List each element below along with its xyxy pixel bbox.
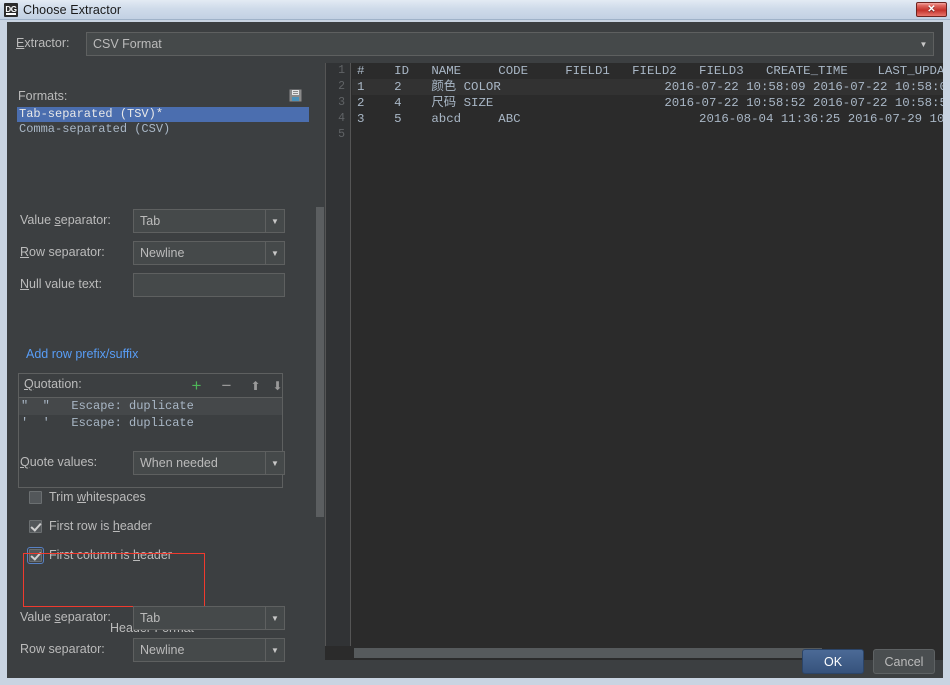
add-row-prefix-suffix-link[interactable]: Add row prefix/suffix — [26, 347, 138, 361]
checkbox-box — [29, 491, 42, 504]
format-item-tsv[interactable]: Tab-separated (TSV)* — [17, 107, 309, 122]
save-disk-icon[interactable] — [289, 89, 302, 102]
line-number: 5 — [325, 127, 350, 143]
preview-pane: 1 2 3 4 5 # ID NAME CODE FIELD1 FIELD2 F… — [325, 63, 943, 646]
row-separator-dropdown[interactable]: Newline ▼ — [133, 241, 285, 265]
trim-whitespaces-checkbox[interactable]: Trim whitespaces — [29, 490, 146, 504]
line-number-gutter: 1 2 3 4 5 — [325, 63, 351, 646]
chevron-down-icon: ▼ — [914, 33, 933, 55]
preview-data-line: 3 5 abcd ABC 2016-08-04 11:36:25 2016-07… — [352, 111, 943, 127]
quotation-header: Quotation: + − ⬆ ⬇ — [19, 374, 282, 397]
quote-values-value: When needed — [134, 456, 265, 470]
extractor-row: Extractor: CSV Format ▼ — [16, 32, 934, 56]
header-row-separator-label: Row separator: — [20, 642, 105, 656]
header-value-separator-dropdown[interactable]: Tab ▼ — [133, 606, 285, 630]
format-item-csv[interactable]: Comma-separated (CSV) — [17, 122, 309, 137]
chevron-down-icon: ▼ — [265, 639, 284, 661]
chevron-down-icon: ▼ — [265, 210, 284, 232]
line-number: 1 — [325, 63, 350, 79]
header-value-separator-value: Tab — [134, 611, 265, 625]
chevron-down-icon: ▼ — [265, 607, 284, 629]
formats-label: Formats: — [18, 89, 67, 103]
null-value-text-label: Null value text: — [20, 277, 102, 291]
formats-list[interactable]: Tab-separated (TSV)* Comma-separated (CS… — [17, 107, 309, 137]
settings-panel: Formats: Tab-separated (TSV)* Comma-sepa… — [7, 63, 325, 678]
preview-data-line: 2 4 尺码 SIZE 2016-07-22 10:58:52 2016-07-… — [352, 95, 943, 111]
cancel-button[interactable]: Cancel — [873, 649, 935, 674]
settings-scrollbar-thumb[interactable] — [316, 207, 324, 517]
header-row-separator-value: Newline — [134, 643, 265, 657]
first-row-is-header-label: First row is header — [49, 519, 152, 533]
header-value-separator-row: Value separator: Tab ▼ — [20, 606, 285, 630]
move-up-arrow-icon[interactable]: ⬆ — [247, 377, 264, 394]
chevron-down-icon: ▼ — [265, 242, 284, 264]
move-down-arrow-icon[interactable]: ⬇ — [269, 377, 286, 394]
null-value-text-input[interactable] — [133, 273, 285, 297]
preview-code-area[interactable]: # ID NAME CODE FIELD1 FIELD2 FIELD3 CREA… — [352, 63, 943, 646]
preview-data-line: 1 2 颜色 COLOR 2016-07-22 10:58:09 2016-07… — [352, 79, 943, 95]
quote-values-dropdown[interactable]: When needed ▼ — [133, 451, 285, 475]
extractor-dropdown-value: CSV Format — [87, 37, 914, 51]
value-separator-label: Value separator: — [20, 213, 111, 227]
extractor-label: Extractor: — [16, 36, 70, 50]
window-title: Choose Extractor — [23, 3, 121, 17]
first-row-is-header-checkbox[interactable]: First row is header — [29, 519, 152, 533]
trim-whitespaces-label: Trim whitespaces — [49, 490, 146, 504]
quote-values-label: Quote values: — [20, 455, 97, 469]
row-separator-value: Newline — [134, 246, 265, 260]
checkbox-box — [29, 549, 42, 562]
extractor-dropdown[interactable]: CSV Format ▼ — [86, 32, 934, 56]
row-separator-row: Row separator: Newline ▼ — [20, 241, 285, 265]
quotation-label: Quotation: — [24, 377, 82, 391]
header-row-separator-dropdown[interactable]: Newline ▼ — [133, 638, 285, 662]
preview-empty-line — [352, 127, 943, 143]
first-column-is-header-checkbox[interactable]: First column is header — [29, 548, 172, 562]
remove-quotation-icon[interactable]: − — [218, 377, 235, 394]
value-separator-dropdown[interactable]: Tab ▼ — [133, 209, 285, 233]
window-titlebar: DG Choose Extractor ✕ — [0, 0, 950, 20]
checkbox-box — [29, 520, 42, 533]
header-value-separator-label: Value separator: — [20, 610, 111, 624]
choose-extractor-dialog: Extractor: CSV Format ▼ Formats: Tab-sep… — [7, 22, 943, 678]
preview-divider — [325, 63, 326, 660]
header-row-separator-row: Row separator: Newline ▼ — [20, 638, 285, 662]
quotation-list-item[interactable]: " " Escape: duplicate — [19, 398, 282, 415]
chevron-down-icon: ▼ — [265, 452, 284, 474]
preview-hscrollbar-thumb[interactable] — [354, 648, 822, 658]
first-column-is-header-label: First column is header — [49, 548, 172, 562]
add-quotation-icon[interactable]: + — [188, 377, 205, 394]
datagrip-app-icon: DG — [4, 3, 18, 17]
quote-values-row: Quote values: When needed ▼ — [20, 451, 285, 475]
preview-header-line: # ID NAME CODE FIELD1 FIELD2 FIELD3 CREA… — [352, 63, 943, 79]
quotation-list-item[interactable]: ' ' Escape: duplicate — [19, 415, 282, 432]
value-separator-value: Tab — [134, 214, 265, 228]
line-number: 4 — [325, 111, 350, 127]
row-separator-label: Row separator: — [20, 245, 105, 259]
line-number: 3 — [325, 95, 350, 111]
value-separator-row: Value separator: Tab ▼ — [20, 209, 285, 233]
close-icon[interactable]: ✕ — [916, 2, 947, 17]
null-value-text-row: Null value text: — [20, 273, 285, 297]
ok-button[interactable]: OK — [802, 649, 864, 674]
line-number: 2 — [325, 79, 350, 95]
